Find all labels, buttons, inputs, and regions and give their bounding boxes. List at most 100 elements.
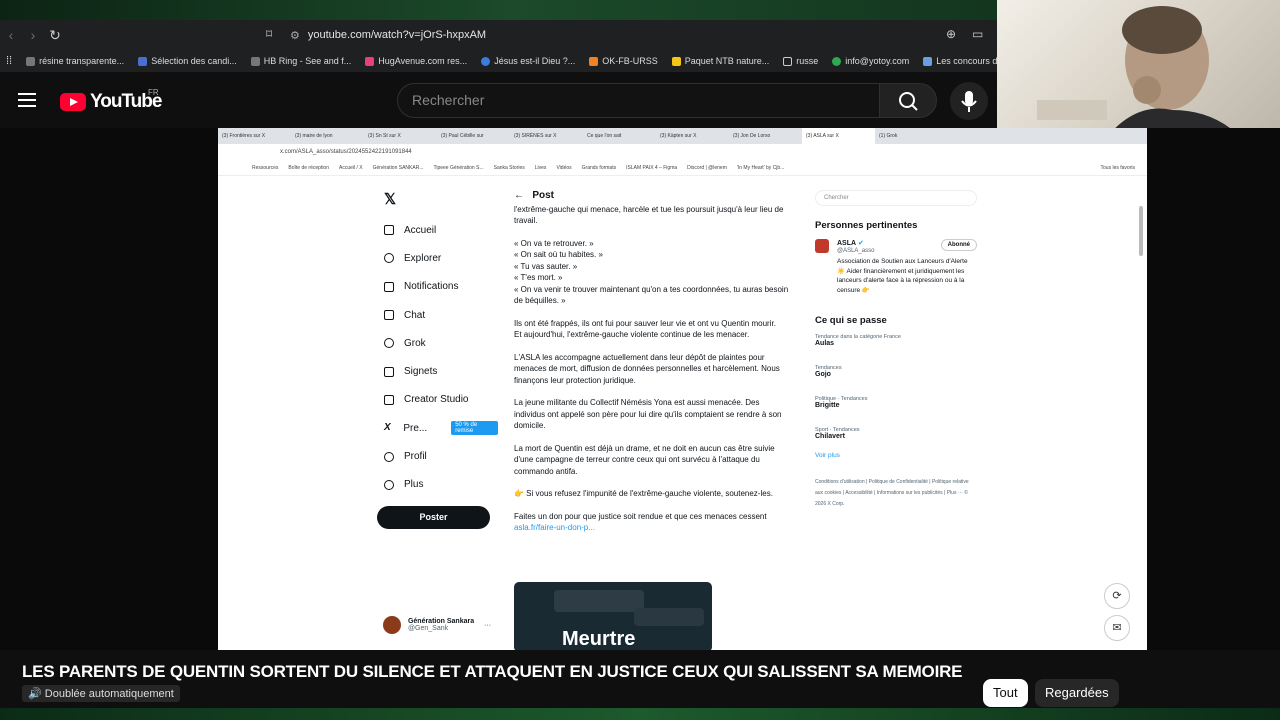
inner-url-bar[interactable]: x.com/ASLA_asso/status/20245524221910918… — [218, 144, 1147, 160]
bookmark-item[interactable]: russe — [783, 56, 818, 66]
inner-tab-active[interactable]: (3) ASLA sur X — [802, 128, 875, 144]
bookmark-item[interactable]: Les concours d' — [923, 56, 999, 66]
nav-home[interactable]: Accueil — [378, 216, 498, 244]
back-icon[interactable]: ‹ — [0, 27, 22, 43]
site-info-icon[interactable]: ⚙ — [290, 29, 300, 42]
bookmark-item[interactable]: Jésus est-il Dieu ?... — [481, 56, 575, 66]
relevant-handle: @ASLA_asso — [837, 248, 875, 254]
nav-creator-studio[interactable]: Creator Studio — [378, 386, 498, 414]
inner-bookmark[interactable]: Sanka Stories — [494, 165, 525, 175]
nav-notifications[interactable]: Notifications — [378, 273, 498, 301]
inner-bookmark[interactable]: Vidéos — [556, 165, 571, 175]
youtube-logo[interactable]: YouTube — [60, 91, 162, 113]
post-paragraph: 👉 Si vous refusez l'impunité de l'extrêm… — [514, 489, 773, 498]
search-input[interactable]: Rechercher — [397, 83, 880, 118]
more-dots-icon[interactable]: ··· — [484, 622, 491, 629]
url-field[interactable]: ⚙ youtube.com/watch?v=jOrS-hxpxAM — [290, 25, 990, 45]
apps-icon[interactable]: ⁞⁞ — [6, 55, 12, 67]
chip-all[interactable]: Tout — [983, 679, 1028, 707]
inner-bookmark[interactable]: Grands formats — [582, 165, 616, 175]
inner-bookmark[interactable]: Boîte de réception — [288, 165, 329, 175]
trend-item[interactable]: Sport · Tendances Chilavert — [815, 427, 977, 440]
post-media[interactable]: Meurtre — [514, 582, 712, 650]
chip-watched[interactable]: Regardées — [1035, 679, 1119, 707]
inner-tab[interactable]: (3) SIRÈNES sur X — [510, 128, 583, 144]
nav-more[interactable]: Plus — [378, 471, 498, 499]
window-bottom-frame — [0, 708, 1280, 720]
back-arrow-icon[interactable]: ← — [514, 190, 524, 201]
grok-fab-icon[interactable]: ⟳ — [1104, 583, 1130, 609]
voice-search-button[interactable] — [950, 82, 988, 120]
bookmark-item[interactable]: Paquet NTB nature... — [671, 56, 769, 66]
inner-bookmark[interactable]: Lives — [535, 165, 547, 175]
inner-bookmark[interactable]: Accueil / X — [339, 165, 363, 175]
x-sidebar: 𝕏 Accueil Explorer Notifications Chat Gr… — [378, 190, 498, 499]
zoom-icon[interactable]: ⊕ — [946, 27, 956, 41]
video-title[interactable]: LES PARENTS DE QUENTIN SORTENT DU SILENC… — [22, 662, 963, 682]
inner-bookmark[interactable]: 'In My Heart' by Cjb... — [737, 165, 784, 175]
nav-explore[interactable]: Explorer — [378, 244, 498, 272]
inner-bookmark[interactable]: ISLAM PAIX 4 – Figma — [626, 165, 677, 175]
bookmark-item[interactable]: HB Ring - See and f... — [250, 56, 351, 66]
trend-item[interactable]: Politique · Tendances Brigitte — [815, 396, 977, 409]
inner-bookmarks-bar: Ressources Boîte de réception Accueil / … — [218, 160, 1147, 176]
inner-tab[interactable]: (3) Frontières sur X — [218, 128, 291, 144]
trending: Ce qui se passe Tendance dans la catégor… — [815, 315, 977, 510]
inner-tab[interactable]: (1) Grok — [875, 128, 948, 144]
inner-bookmark-all[interactable]: Tous les favoris — [1101, 165, 1147, 175]
relevant-user[interactable]: Abonné ASLA ✔ @ASLA_asso Association de … — [815, 239, 977, 295]
bookmark-icon[interactable]: ⌑ — [266, 27, 272, 41]
inner-tab[interactable]: (3) maire de lyon — [291, 128, 364, 144]
inner-tab[interactable]: (3) Sn St sur X — [364, 128, 437, 144]
bookmark-item[interactable]: Sélection des candi... — [138, 56, 237, 66]
search-button[interactable] — [879, 83, 937, 118]
forward-icon[interactable]: › — [22, 27, 44, 43]
menu-icon[interactable] — [18, 93, 36, 107]
inner-tab[interactable]: Ce que l'on sait — [583, 128, 656, 144]
inner-bookmark[interactable]: Ressources — [252, 165, 278, 175]
profile-icon — [384, 451, 394, 462]
inner-tab[interactable]: (3) Paul Cébille sur — [437, 128, 510, 144]
x-search-input[interactable]: Chercher — [815, 190, 977, 206]
post-button[interactable]: Poster — [377, 506, 490, 529]
doc-icon — [138, 56, 148, 66]
nav-premium[interactable]: X Pre... 50 % de remise — [378, 414, 498, 442]
bookmark-item[interactable]: info@yotoy.com — [832, 56, 909, 66]
inner-bookmark[interactable]: Génération SANKAR... — [373, 165, 424, 175]
right-sidebar: Chercher Personnes pertinentes Abonné AS… — [815, 190, 977, 510]
trend-item[interactable]: Tendances Gojo — [815, 365, 977, 378]
youtube-play-icon — [60, 93, 86, 111]
bookmark-item[interactable]: résine transparente... — [26, 56, 124, 66]
media-text: Meurtre — [562, 628, 636, 650]
account-switcher[interactable]: Génération Sankara @Gen_Sank ··· — [383, 616, 491, 634]
follow-button[interactable]: Abonné — [940, 239, 977, 251]
search-icon — [899, 92, 918, 111]
inner-bookmark[interactable]: Discord | @lenem — [687, 165, 727, 175]
bookmark-item[interactable]: HugAvenue.com res... — [365, 56, 467, 66]
country-code: FR — [148, 88, 159, 97]
contest-icon — [923, 56, 933, 66]
x-logo-icon[interactable]: 𝕏 — [384, 190, 498, 208]
cast-icon[interactable]: ▭ — [972, 27, 983, 41]
nav-bookmarks[interactable]: Signets — [378, 357, 498, 385]
inner-tab[interactable]: (3) Jon De Lorso — [729, 128, 802, 144]
address-bar: ‹ › ↻ ⌑ ⚙ youtube.com/watch?v=jOrS-hxpxA… — [0, 20, 1000, 50]
mic-icon — [961, 91, 977, 112]
donation-link[interactable]: asla.fr/faire-un-don-p... — [514, 522, 789, 534]
globe-icon — [26, 56, 36, 66]
bell-icon — [384, 281, 394, 292]
bookmark-item[interactable]: OK-FB-URSS — [589, 56, 658, 66]
trend-item[interactable]: Tendance dans la catégorie France Aulas — [815, 334, 977, 347]
scrollbar[interactable] — [1139, 206, 1143, 256]
see-more-link[interactable]: Voir plus — [815, 452, 977, 459]
nav-grok[interactable]: Grok — [378, 329, 498, 357]
ok-icon — [589, 56, 599, 66]
inner-bookmark[interactable]: Tipeee Génération S... — [433, 165, 483, 175]
nav-chat[interactable]: Chat — [378, 301, 498, 329]
url-text: youtube.com/watch?v=jOrS-hxpxAM — [307, 29, 487, 41]
inner-tab[interactable]: (3) Käpten sur X — [656, 128, 729, 144]
post-paragraph: L'ASLA les accompagne actuellement dans … — [514, 352, 780, 385]
messages-fab-icon[interactable]: ✉ — [1104, 615, 1130, 641]
reload-icon[interactable]: ↻ — [44, 27, 66, 44]
nav-profile[interactable]: Profil — [378, 442, 498, 470]
